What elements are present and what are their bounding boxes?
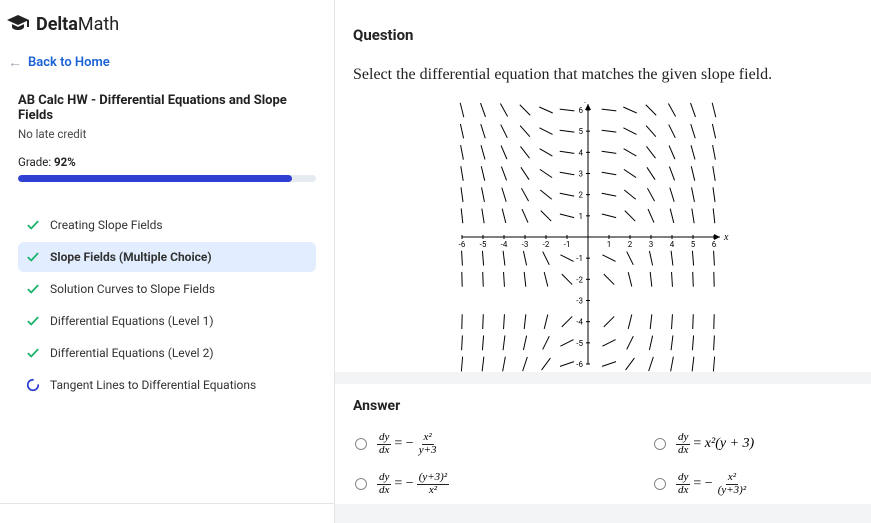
radio-icon[interactable]: [355, 478, 367, 490]
answer-option[interactable]: dydx= − x²y+3: [355, 432, 554, 456]
sidebar-topic-item[interactable]: Creating Slope Fields: [18, 210, 316, 240]
brand-name-1: Delta: [36, 14, 78, 35]
svg-text:1: 1: [579, 212, 584, 221]
svg-text:y: y: [584, 102, 590, 103]
svg-text:-1: -1: [576, 254, 583, 263]
slope-field-wrap: x y -6 -5 -4 -3 -2 -1 1 2 3 4 5 6 -6 -5 -4 -3 -2 -1 1 2 3 4 5 6: [353, 102, 831, 372]
answer-option[interactable]: dydx= x²(y + 3): [654, 432, 853, 456]
topic-list: Creating Slope Fields Slope Fields (Multi…: [18, 210, 316, 400]
sidebar-topic-item[interactable]: Differential Equations (Level 2): [18, 338, 316, 368]
topic-label: Tangent Lines to Differential Equations: [50, 378, 256, 392]
equation: dydx= − x²y+3: [377, 432, 439, 456]
svg-text:-2: -2: [543, 240, 550, 249]
svg-text:4: 4: [670, 240, 675, 249]
svg-text:-1: -1: [564, 240, 571, 249]
radio-icon[interactable]: [355, 438, 367, 450]
topic-label: Solution Curves to Slope Fields: [50, 282, 215, 296]
equation: dydx= − x²(y+3)²: [676, 472, 748, 496]
sidebar-footer-divider: [0, 503, 334, 513]
brand-logo[interactable]: DeltaMath: [6, 12, 316, 36]
question-text: Select the differential equation that ma…: [353, 66, 831, 84]
slope-field-chart: x y -6 -5 -4 -3 -2 -1 1 2 3 4 5 6 -6 -5 -4 -3 -2 -1 1 2 3 4 5 6: [452, 102, 732, 372]
svg-text:5: 5: [579, 127, 584, 136]
answer-option[interactable]: dydx= − x²(y+3)²: [654, 472, 853, 496]
grade-label: Grade:: [18, 155, 51, 169]
radio-icon[interactable]: [654, 438, 666, 450]
svg-text:-5: -5: [480, 240, 487, 249]
svg-text:-4: -4: [576, 318, 583, 327]
sidebar-topic-item[interactable]: Differential Equations (Level 1): [18, 306, 316, 336]
answer-header: Answer: [353, 398, 853, 414]
svg-text:-2: -2: [576, 275, 583, 284]
svg-text:-3: -3: [576, 297, 583, 306]
arrow-left-icon: ←: [8, 54, 22, 71]
svg-text:2: 2: [579, 191, 584, 200]
grade-value: 92%: [54, 155, 76, 169]
main-content: Question Select the differential equatio…: [335, 0, 871, 523]
answer-options: dydx= − x²y+3 dydx= x²(y + 3) dydx= − (y+3…: [353, 432, 853, 496]
question-header: Question: [353, 26, 831, 44]
equation: dydx= x²(y + 3): [676, 432, 754, 456]
svg-text:2: 2: [628, 240, 633, 249]
svg-text:1: 1: [607, 240, 612, 249]
svg-text:-6: -6: [459, 240, 466, 249]
svg-text:-6: -6: [576, 360, 583, 369]
back-home-label: Back to Home: [28, 55, 110, 70]
brand-name-2: Math: [78, 14, 119, 35]
back-home-link[interactable]: ← Back to Home: [8, 54, 316, 71]
svg-text:x: x: [723, 232, 729, 243]
svg-text:6: 6: [579, 106, 584, 115]
answer-option[interactable]: dydx= − (y+3)²x²: [355, 472, 554, 496]
question-card: Question Select the differential equatio…: [335, 0, 871, 372]
svg-text:6: 6: [712, 240, 717, 249]
topic-label: Creating Slope Fields: [50, 218, 163, 232]
grad-cap-icon: [6, 12, 30, 36]
svg-text:5: 5: [691, 240, 696, 249]
radio-icon[interactable]: [654, 478, 666, 490]
sidebar-topic-item[interactable]: Solution Curves to Slope Fields: [18, 274, 316, 304]
sidebar-topic-item[interactable]: Tangent Lines to Differential Equations: [18, 370, 316, 400]
svg-text:-3: -3: [522, 240, 529, 249]
svg-text:-4: -4: [501, 240, 508, 249]
grade-row: Grade: 92%: [18, 155, 316, 169]
progress-bar: [18, 175, 316, 182]
topic-label: Differential Equations (Level 2): [50, 346, 214, 360]
equation: dydx= − (y+3)²x²: [377, 472, 449, 496]
topic-label: Slope Fields (Multiple Choice): [50, 250, 212, 264]
topic-label: Differential Equations (Level 1): [50, 314, 214, 328]
assignment-meta: No late credit: [18, 127, 316, 141]
assignment-title: AB Calc HW - Differential Equations and …: [18, 93, 316, 123]
sidebar-topic-item[interactable]: Slope Fields (Multiple Choice): [18, 242, 316, 272]
answer-card: Answer dydx= − x²y+3dydx= x²(y + 3)dydx=…: [335, 384, 871, 504]
progress-fill: [18, 175, 292, 182]
svg-text:3: 3: [579, 170, 584, 179]
sidebar: DeltaMath ← Back to Home AB Calc HW - Di…: [0, 0, 335, 523]
svg-text:-5: -5: [576, 339, 583, 348]
svg-text:4: 4: [579, 148, 584, 157]
svg-text:3: 3: [649, 240, 654, 249]
